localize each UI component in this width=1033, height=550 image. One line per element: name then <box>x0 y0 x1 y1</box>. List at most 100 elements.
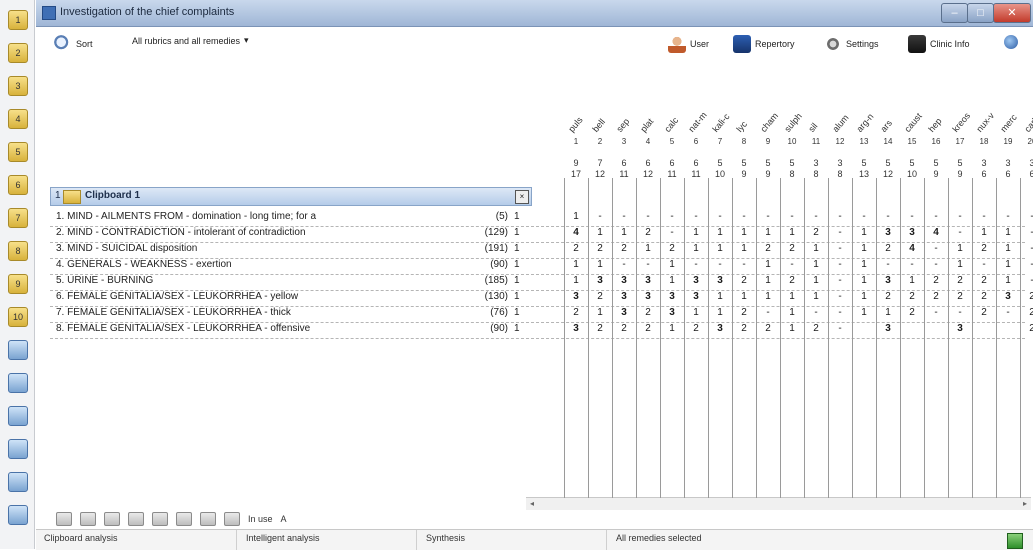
grade-cell[interactable]: - <box>808 307 824 318</box>
remedy-name[interactable]: ars <box>878 118 894 134</box>
tool-icon[interactable] <box>8 373 28 393</box>
grade-cell[interactable]: 1 <box>568 211 584 222</box>
grade-cell[interactable]: 3 <box>904 227 920 238</box>
grade-cell[interactable]: 2 <box>976 243 992 254</box>
grade-cell[interactable]: 2 <box>736 275 752 286</box>
grade-cell[interactable]: 1 <box>784 323 800 334</box>
grade-cell[interactable]: 1 <box>856 291 872 302</box>
grade-cell[interactable]: - <box>1024 211 1033 222</box>
grade-cell[interactable]: - <box>1024 243 1033 254</box>
grade-cell[interactable]: - <box>904 211 920 222</box>
grade-cell[interactable]: 1 <box>592 259 608 270</box>
grade-cell[interactable]: 4 <box>904 243 920 254</box>
grade-cell[interactable]: - <box>832 211 848 222</box>
grade-cell[interactable]: 1 <box>712 243 728 254</box>
grade-cell[interactable]: 2 <box>616 243 632 254</box>
grade-cell[interactable]: 2 <box>760 323 776 334</box>
scroll-left-icon[interactable]: ◂ <box>526 498 538 510</box>
grade-cell[interactable]: 1 <box>568 275 584 286</box>
remedy-name[interactable]: hep <box>926 116 943 134</box>
grade-cell[interactable]: 4 <box>928 227 944 238</box>
minimize-button[interactable]: – <box>941 3 968 23</box>
grade-cell[interactable]: - <box>952 307 968 318</box>
grade-cell[interactable]: 3 <box>616 291 632 302</box>
tool-icon[interactable] <box>8 439 28 459</box>
grade-cell[interactable]: 2 <box>568 307 584 318</box>
remedy-name[interactable]: arg-n <box>854 111 875 134</box>
rubric-text[interactable]: 5. URINE - BURNING <box>56 275 476 286</box>
rubric-text[interactable]: 8. FEMALE GENITALIA/SEX - LEUKORRHEA - o… <box>56 323 476 334</box>
grade-cell[interactable]: 3 <box>712 323 728 334</box>
grade-cell[interactable]: 2 <box>592 323 608 334</box>
user-button[interactable]: User <box>668 35 709 53</box>
remedy-name[interactable]: plat <box>638 116 655 134</box>
rubric-text[interactable]: 7. FEMALE GENITALIA/SEX - LEUKORRHEA - t… <box>56 307 476 318</box>
clipboard-close-button[interactable]: × <box>515 190 529 204</box>
grade-cell[interactable]: 3 <box>880 275 896 286</box>
sort-tool-icon[interactable] <box>56 512 72 526</box>
grade-cell[interactable]: - <box>1000 307 1016 318</box>
grade-cell[interactable]: 1 <box>808 291 824 302</box>
remedy-name[interactable]: alum <box>830 113 850 134</box>
grade-cell[interactable]: 1 <box>856 259 872 270</box>
tool-icon[interactable] <box>8 505 28 525</box>
grade-cell[interactable]: 3 <box>952 323 968 334</box>
zoom-tool-icon[interactable] <box>200 512 216 526</box>
sort-button[interactable]: Sort <box>54 35 93 53</box>
grade-cell[interactable]: 2 <box>784 243 800 254</box>
remedy-name[interactable]: sulph <box>782 111 803 134</box>
remedy-name[interactable]: cham <box>758 111 780 134</box>
grade-cell[interactable]: 2 <box>568 243 584 254</box>
close-button[interactable]: ✕ <box>993 3 1031 23</box>
grade-cell[interactable]: - <box>928 259 944 270</box>
grade-cell[interactable]: - <box>1000 211 1016 222</box>
grade-cell[interactable]: - <box>928 307 944 318</box>
grade-cell[interactable]: 1 <box>712 307 728 318</box>
grade-cell[interactable]: 1 <box>856 243 872 254</box>
grade-cell[interactable]: 2 <box>952 291 968 302</box>
grade-cell[interactable]: 2 <box>640 227 656 238</box>
settings-button[interactable]: Settings <box>824 35 879 53</box>
grade-cell[interactable]: 2 <box>640 323 656 334</box>
grade-cell[interactable]: 2 <box>928 275 944 286</box>
grade-cell[interactable]: - <box>832 227 848 238</box>
grade-cell[interactable]: 3 <box>880 227 896 238</box>
remedy-name[interactable]: sil <box>806 121 819 134</box>
info-tool-icon[interactable] <box>224 512 240 526</box>
grade-cell[interactable]: 2 <box>1024 307 1033 318</box>
rubric-text[interactable]: 6. FEMALE GENITALIA/SEX - LEUKORRHEA - y… <box>56 291 476 302</box>
grade-cell[interactable]: 1 <box>808 275 824 286</box>
grade-cell[interactable]: 3 <box>880 323 896 334</box>
grade-cell[interactable]: 2 <box>688 323 704 334</box>
grade-cell[interactable]: 3 <box>664 307 680 318</box>
grade-cell[interactable]: 2 <box>1024 291 1033 302</box>
grade-cell[interactable]: - <box>976 259 992 270</box>
filter-tool-icon[interactable] <box>80 512 96 526</box>
grade-cell[interactable]: - <box>856 211 872 222</box>
rubric-text[interactable]: 3. MIND - SUICIDAL disposition <box>56 243 476 254</box>
remedy-name[interactable]: kreos <box>950 111 972 134</box>
grade-cell[interactable]: 2 <box>976 307 992 318</box>
grade-cell[interactable]: 2 <box>904 307 920 318</box>
grade-cell[interactable]: 1 <box>736 227 752 238</box>
grade-cell[interactable]: 2 <box>592 291 608 302</box>
grade-cell[interactable]: 2 <box>760 243 776 254</box>
grade-cell[interactable]: - <box>904 259 920 270</box>
grade-cell[interactable]: 3 <box>712 275 728 286</box>
grade-cell[interactable]: 2 <box>952 275 968 286</box>
folder-icon[interactable]: 6 <box>8 175 28 195</box>
grade-cell[interactable]: - <box>1024 275 1033 286</box>
grade-cell[interactable]: 1 <box>760 259 776 270</box>
grade-cell[interactable]: 2 <box>976 291 992 302</box>
scroll-right-icon[interactable]: ▸ <box>1019 498 1031 510</box>
grade-cell[interactable]: - <box>736 259 752 270</box>
export-tool-icon[interactable] <box>176 512 192 526</box>
remedy-name[interactable]: sep <box>614 116 631 134</box>
remedy-name[interactable]: lyc <box>734 119 749 134</box>
grade-cell[interactable]: - <box>736 211 752 222</box>
grade-cell[interactable]: 3 <box>688 275 704 286</box>
tool-icon[interactable] <box>8 472 28 492</box>
grade-cell[interactable]: - <box>640 259 656 270</box>
grade-cell[interactable]: 2 <box>928 291 944 302</box>
grade-cell[interactable]: 1 <box>712 291 728 302</box>
